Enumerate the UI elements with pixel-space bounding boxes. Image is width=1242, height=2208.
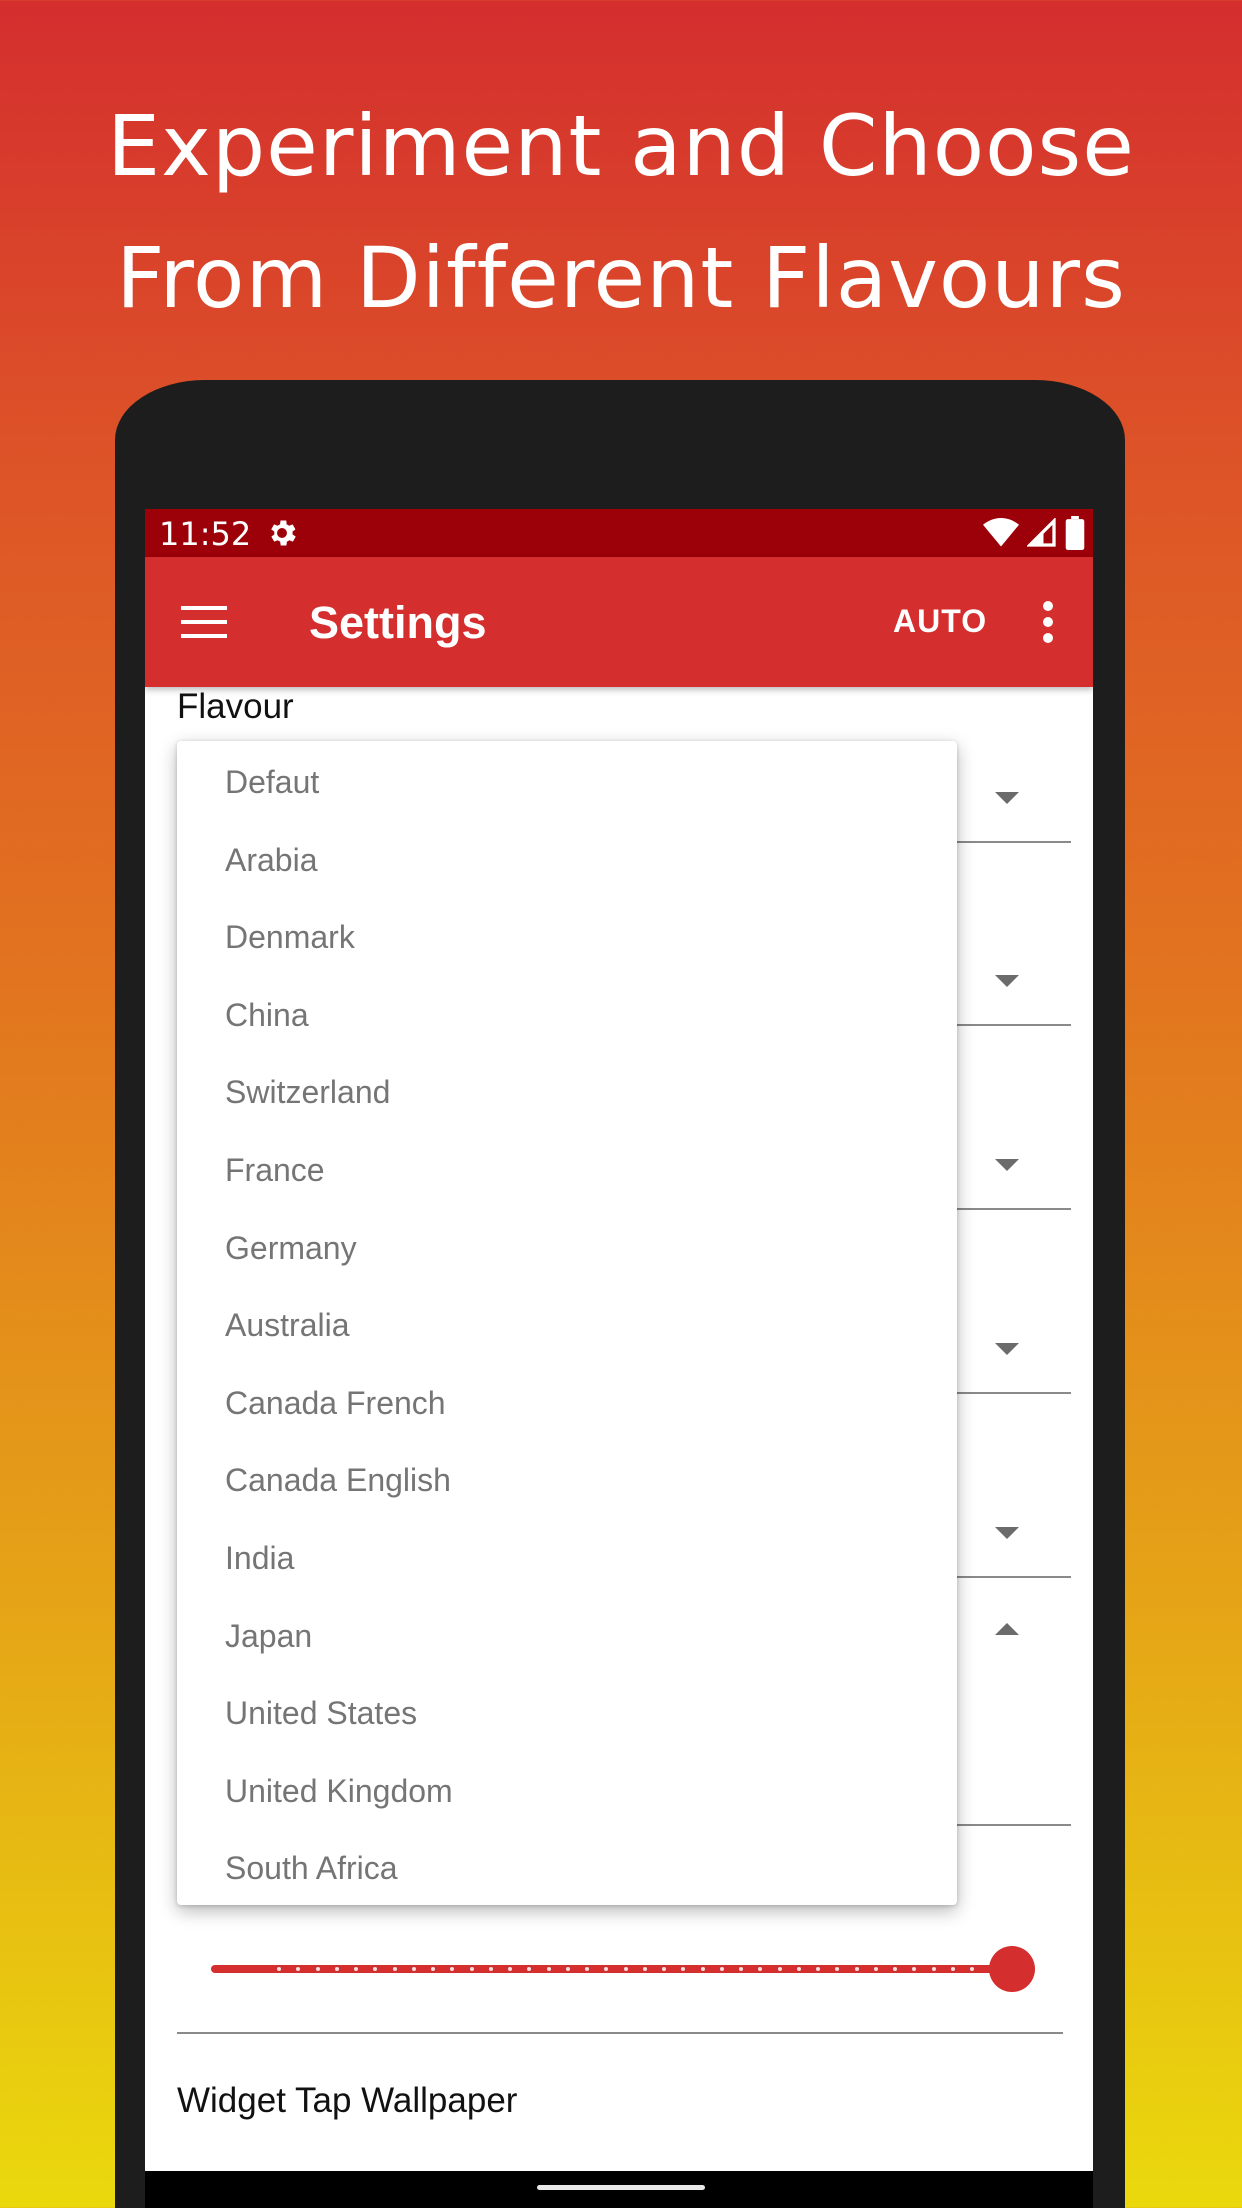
dropdown-option[interactable]: Switzerland xyxy=(177,1067,957,1145)
wifi-icon xyxy=(983,518,1019,547)
slider-tick xyxy=(296,1967,301,1971)
slider-tick xyxy=(354,1967,358,1971)
slider-tick xyxy=(950,1967,955,1971)
slider-tick xyxy=(700,1967,705,1971)
flavour-label: Flavour xyxy=(177,687,294,726)
dropdown-option[interactable]: South Africa xyxy=(177,1843,957,1921)
slider-tick xyxy=(835,1967,840,1971)
overflow-menu-icon[interactable] xyxy=(1041,601,1055,643)
app-bar: Settings AUTO xyxy=(145,557,1093,687)
slider-tick xyxy=(758,1967,763,1971)
section-divider xyxy=(177,2032,1063,2034)
slider-tick xyxy=(604,1967,609,1971)
slider-tick xyxy=(411,1967,416,1971)
settings-content: Flavour Widget Tap Wallpaper Defaut Arabi… xyxy=(145,687,1093,2208)
slider-tick xyxy=(816,1967,820,1971)
slider-tick xyxy=(970,1967,974,1971)
signal-icon xyxy=(1027,518,1056,547)
headline-line-2: From Different Flavours xyxy=(116,229,1126,327)
slider-tick xyxy=(527,1967,532,1971)
slider-tick xyxy=(873,1967,878,1971)
slider-tick xyxy=(373,1967,378,1971)
dropdown-option[interactable]: Germany xyxy=(177,1223,957,1301)
page-title: Settings xyxy=(309,597,487,648)
dropdown-option[interactable]: Denmark xyxy=(177,912,957,990)
chevron-down-icon[interactable] xyxy=(995,1159,1019,1171)
chevron-down-icon[interactable] xyxy=(995,1527,1019,1539)
slider-tick xyxy=(585,1967,589,1971)
slider-tick xyxy=(662,1967,666,1971)
slider-tick xyxy=(508,1967,512,1971)
slider-thumb[interactable] xyxy=(989,1946,1035,1992)
slider-tick xyxy=(681,1967,686,1971)
widget-tap-wallpaper-label: Widget Tap Wallpaper xyxy=(177,2081,518,2120)
flavour-dropdown-menu: Defaut Arabia Denmark China Switzerland Franc… xyxy=(177,741,957,1905)
slider-tick xyxy=(488,1967,493,1971)
auto-button[interactable]: AUTO xyxy=(893,603,987,640)
slider-tick xyxy=(565,1967,570,1971)
battery-icon xyxy=(1065,516,1085,550)
chevron-down-icon[interactable] xyxy=(995,975,1019,987)
chevron-down-icon[interactable] xyxy=(995,1343,1019,1355)
slider[interactable] xyxy=(209,1939,1039,1999)
slider-tick xyxy=(450,1967,455,1971)
navigation-bar xyxy=(145,2171,1093,2208)
slider-tick xyxy=(623,1967,628,1971)
slider-tick xyxy=(334,1967,339,1971)
slider-tick xyxy=(777,1967,782,1971)
slider-track[interactable] xyxy=(211,1965,1032,1973)
status-icons xyxy=(983,516,1085,550)
slider-tick xyxy=(912,1967,917,1971)
headline: Experiment and Choose From Different Fla… xyxy=(0,80,1242,344)
dropdown-option[interactable]: France xyxy=(177,1145,957,1223)
slider-tick xyxy=(893,1967,897,1971)
dropdown-option[interactable]: Japan xyxy=(177,1611,957,1689)
slider-tick xyxy=(854,1967,859,1971)
dropdown-option[interactable]: Arabia xyxy=(177,835,957,913)
status-time: 11:52 xyxy=(159,515,252,553)
dropdown-option[interactable]: China xyxy=(177,990,957,1068)
phone-screen: 11:52 Settings AUTO Flavour Widget Tap W… xyxy=(145,509,1093,2208)
slider-tick xyxy=(431,1967,435,1971)
dropdown-option[interactable]: United Kingdom xyxy=(177,1766,957,1844)
slider-tick xyxy=(277,1967,281,1971)
slider-tick xyxy=(931,1967,936,1971)
slider-tick xyxy=(642,1967,647,1971)
menu-icon[interactable] xyxy=(181,604,227,640)
slider-tick xyxy=(719,1967,724,1971)
slider-tick xyxy=(392,1967,397,1971)
status-bar: 11:52 xyxy=(145,509,1093,557)
slider-tick xyxy=(796,1967,801,1971)
slider-tick xyxy=(315,1967,320,1971)
chevron-up-icon[interactable] xyxy=(995,1623,1019,1635)
dropdown-option[interactable]: Defaut xyxy=(177,757,957,835)
gear-icon xyxy=(271,520,296,546)
slider-tick xyxy=(739,1967,743,1971)
headline-line-1: Experiment and Choose xyxy=(107,97,1135,195)
dropdown-option[interactable]: Canada French xyxy=(177,1378,957,1456)
dropdown-option[interactable]: India xyxy=(177,1533,957,1611)
home-gesture-bar[interactable] xyxy=(537,2185,705,2190)
slider-tick xyxy=(469,1967,474,1971)
slider-tick xyxy=(546,1967,551,1971)
dropdown-option[interactable]: Canada English xyxy=(177,1455,957,1533)
dropdown-option[interactable]: Australia xyxy=(177,1300,957,1378)
chevron-down-icon[interactable] xyxy=(995,792,1019,804)
dropdown-option[interactable]: United States xyxy=(177,1688,957,1766)
